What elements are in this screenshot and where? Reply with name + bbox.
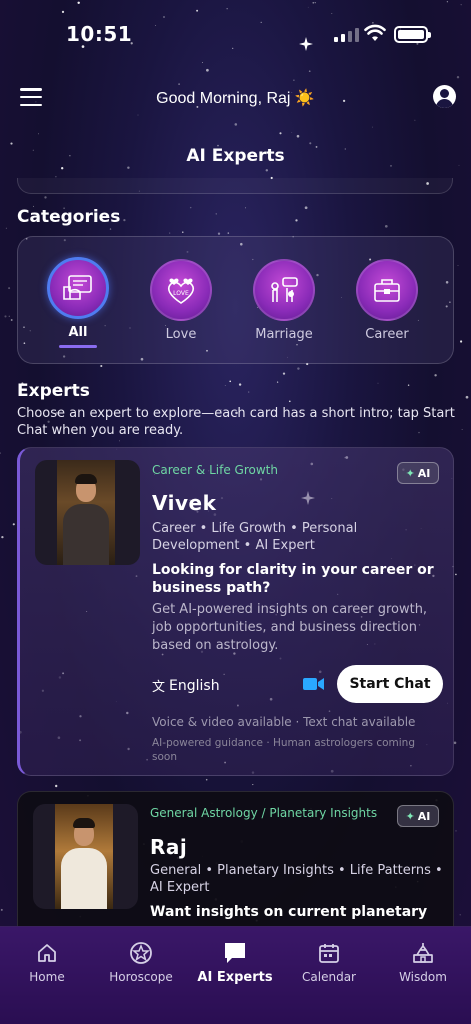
category-love[interactable]: LOVE Love <box>136 259 226 342</box>
language-label: English <box>169 677 220 694</box>
profile-button[interactable] <box>433 85 456 108</box>
expert-portrait <box>57 460 115 565</box>
nav-horoscope[interactable]: Horoscope <box>94 939 188 984</box>
sparkle-icon: ✦ <box>405 809 415 823</box>
star-circle-icon <box>94 939 188 967</box>
marriage-hands-icon <box>253 259 315 321</box>
ai-badge: ✦ AI <box>397 462 439 484</box>
video-call-icon[interactable] <box>303 676 325 692</box>
love-hearts-icon: LOVE <box>150 259 212 321</box>
category-marriage[interactable]: Marriage <box>239 259 329 342</box>
expert-card[interactable]: Career & Life Growth ✦ AI Vivek Career • … <box>17 447 454 776</box>
category-all[interactable]: All <box>33 257 123 348</box>
category-career[interactable]: Career <box>342 259 432 342</box>
guidance-note: AI-powered guidance · Human astrologers … <box>152 737 415 763</box>
user-icon <box>440 89 449 98</box>
nav-ai-experts[interactable]: AI Experts <box>188 939 282 985</box>
chat-bubble-icon <box>188 939 282 967</box>
ai-badge: ✦ AI <box>397 805 439 827</box>
nav-calendar[interactable]: Calendar <box>282 939 376 984</box>
category-label: Marriage <box>255 327 313 342</box>
all-icon <box>47 257 109 319</box>
wifi-icon <box>364 24 386 41</box>
expert-headline: Looking for clarity in your career or bu… <box>152 562 434 596</box>
category-label: All <box>68 325 88 340</box>
translate-icon: 文 <box>152 680 166 695</box>
availability-text: Voice & video available · Text chat avai… <box>152 715 416 729</box>
nav-wisdom[interactable]: Wisdom <box>376 939 470 984</box>
expert-portrait <box>55 804 113 909</box>
expert-name: Vivek <box>152 491 217 515</box>
expert-tag: Career & Life Growth <box>152 463 278 477</box>
app-screen: 10:51 Good Morning, Raj ☀️ AI Experts Ca… <box>0 0 471 1024</box>
category-label: Career <box>365 327 409 342</box>
nav-home[interactable]: Home <box>0 939 94 984</box>
start-chat-button[interactable]: Start Chat <box>337 665 443 703</box>
briefcase-icon <box>356 259 418 321</box>
bottom-navigation: Home Horoscope AI Experts Calendar Wisdo… <box>0 926 471 1024</box>
page-title: AI Experts <box>186 146 285 166</box>
expert-tag: General Astrology / Planetary Insights <box>150 806 378 820</box>
sparkle-icon: ✦ <box>405 466 415 480</box>
nav-label: Wisdom <box>399 970 447 984</box>
language-indicator: 文 English <box>152 676 220 696</box>
categories-heading: Categories <box>17 207 121 227</box>
active-underline <box>59 345 97 348</box>
cellular-signal-icon <box>334 28 359 42</box>
svg-text:LOVE: LOVE <box>173 290 189 297</box>
category-label: Love <box>165 327 197 342</box>
expert-specialties: General • Planetary Insights • Life Patt… <box>150 863 443 895</box>
nav-label: Horoscope <box>109 970 173 984</box>
expert-photo <box>33 804 138 909</box>
nav-label: Calendar <box>302 970 356 984</box>
expert-photo <box>35 460 140 565</box>
expert-specialties: Career • Life Growth • Personal Developm… <box>152 521 358 553</box>
experts-subtitle: Choose an expert to explore—each card ha… <box>17 406 455 438</box>
temple-icon <box>376 939 470 967</box>
scrolled-card-edge <box>17 178 453 194</box>
ai-badge-label: AI <box>417 809 431 823</box>
status-time: 10:51 <box>66 22 133 46</box>
status-bar: 10:51 <box>0 0 471 70</box>
calendar-icon <box>282 939 376 967</box>
greeting-text: Good Morning, Raj ☀️ <box>156 90 315 107</box>
home-icon <box>0 939 94 967</box>
expert-name: Raj <box>150 835 188 859</box>
expert-description: Get AI-powered insights on career growth… <box>152 602 428 653</box>
nav-label: Home <box>29 970 65 984</box>
nav-label: AI Experts <box>197 970 273 985</box>
expert-headline: Want insights on current planetary <box>150 904 428 920</box>
ai-badge-label: AI <box>417 466 431 480</box>
categories-panel: All LOVE Love Marriage Career <box>17 236 454 364</box>
battery-icon <box>394 26 431 43</box>
experts-heading: Experts <box>17 381 90 401</box>
